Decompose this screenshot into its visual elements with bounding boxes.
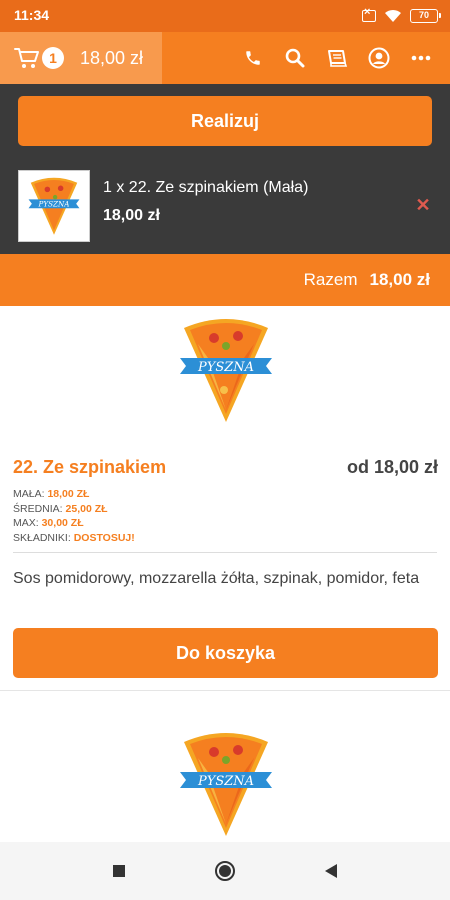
svg-text:PYSZNA: PYSZNA [38, 200, 70, 209]
product-description: Sos pomidorowy, mozzarella żółta, szpina… [13, 570, 420, 587]
menu-book-icon[interactable] [316, 32, 358, 84]
size-row: MAŁA: 18,00 ZŁ [13, 487, 135, 502]
app-bar: 1 18,00 zł [0, 32, 450, 84]
total-value: 18,00 zł [369, 270, 431, 289]
phone-icon[interactable] [232, 32, 274, 84]
system-nav-bar [0, 842, 450, 900]
search-icon[interactable] [274, 32, 316, 84]
divider [13, 552, 437, 553]
status-time: 11:34 [14, 7, 50, 23]
size-list: MAŁA: 18,00 ZŁ ŚREDNIA: 25,00 ZŁ MAX: 30… [13, 487, 135, 545]
customize-link[interactable]: DOSTOSUJ! [74, 532, 135, 544]
size-label: SKŁADNIKI: [13, 531, 71, 544]
cart-total-bar: Razem 18,00 zł [0, 254, 450, 306]
add-to-cart-button[interactable]: Do koszyka [13, 628, 438, 678]
size-label: MAŁA: [13, 488, 45, 500]
size-row: SKŁADNIKI: DOSTOSUJ! [13, 531, 135, 546]
product-from-price: od 18,00 zł [346, 457, 438, 477]
cart-total: 18,00 zł [80, 47, 144, 68]
svg-text:PYSZNA: PYSZNA [197, 774, 254, 789]
svg-text:PYSZNA: PYSZNA [197, 360, 254, 375]
screen: 11:34 70 1 18,00 zł [0, 0, 450, 900]
size-price: 18,00 ZŁ [47, 488, 90, 500]
divider [0, 690, 450, 691]
product-name[interactable]: 22. Ze szpinakiem [13, 457, 166, 478]
status-icons: 70 [362, 6, 441, 25]
size-label: ŚREDNIA: [13, 502, 63, 515]
checkout-button[interactable]: Realizuj [18, 96, 432, 146]
remove-item-icon[interactable]: ✕ [412, 194, 434, 216]
size-price: 25,00 ZŁ [65, 502, 108, 515]
back-button[interactable] [316, 856, 346, 886]
more-icon[interactable] [400, 32, 442, 84]
cart-panel: Realizuj PYSZNA 1 x 22. Ze szpinakiem (M… [0, 84, 450, 254]
size-row: ŚREDNIA: 25,00 ZŁ [13, 502, 135, 517]
battery-level: 70 [418, 10, 429, 20]
wifi-icon [384, 9, 402, 23]
status-bar: 11:34 70 [0, 0, 450, 32]
circle-icon [215, 861, 235, 881]
pizza-logo-icon: PYSZNA [28, 177, 80, 235]
cart-item-price: 18,00 zł [103, 207, 160, 224]
appbar-actions [232, 32, 442, 84]
product-logo: PYSZNA [178, 314, 274, 426]
cart-count-badge: 1 [42, 47, 64, 69]
size-row: MAX: 30,00 ZŁ [13, 516, 135, 531]
cart-item-thumbnail: PYSZNA [18, 170, 90, 242]
size-price: 30,00 ZŁ [41, 517, 84, 529]
home-button[interactable] [210, 856, 240, 886]
cart-button[interactable]: 1 18,00 zł [0, 32, 162, 84]
triangle-back-icon [325, 864, 337, 878]
cart-item-name: 1 x 22. Ze szpinakiem (Mała) [103, 179, 309, 196]
sim-off-icon [362, 6, 376, 22]
product-logo: PYSZNA [178, 728, 274, 840]
battery-icon: 70 [410, 9, 441, 23]
cart-icon [14, 46, 40, 70]
square-icon [113, 865, 125, 877]
user-icon[interactable] [358, 32, 400, 84]
size-label: MAX: [13, 517, 39, 529]
total-label: Razem [303, 270, 358, 289]
recents-button[interactable] [104, 856, 134, 886]
